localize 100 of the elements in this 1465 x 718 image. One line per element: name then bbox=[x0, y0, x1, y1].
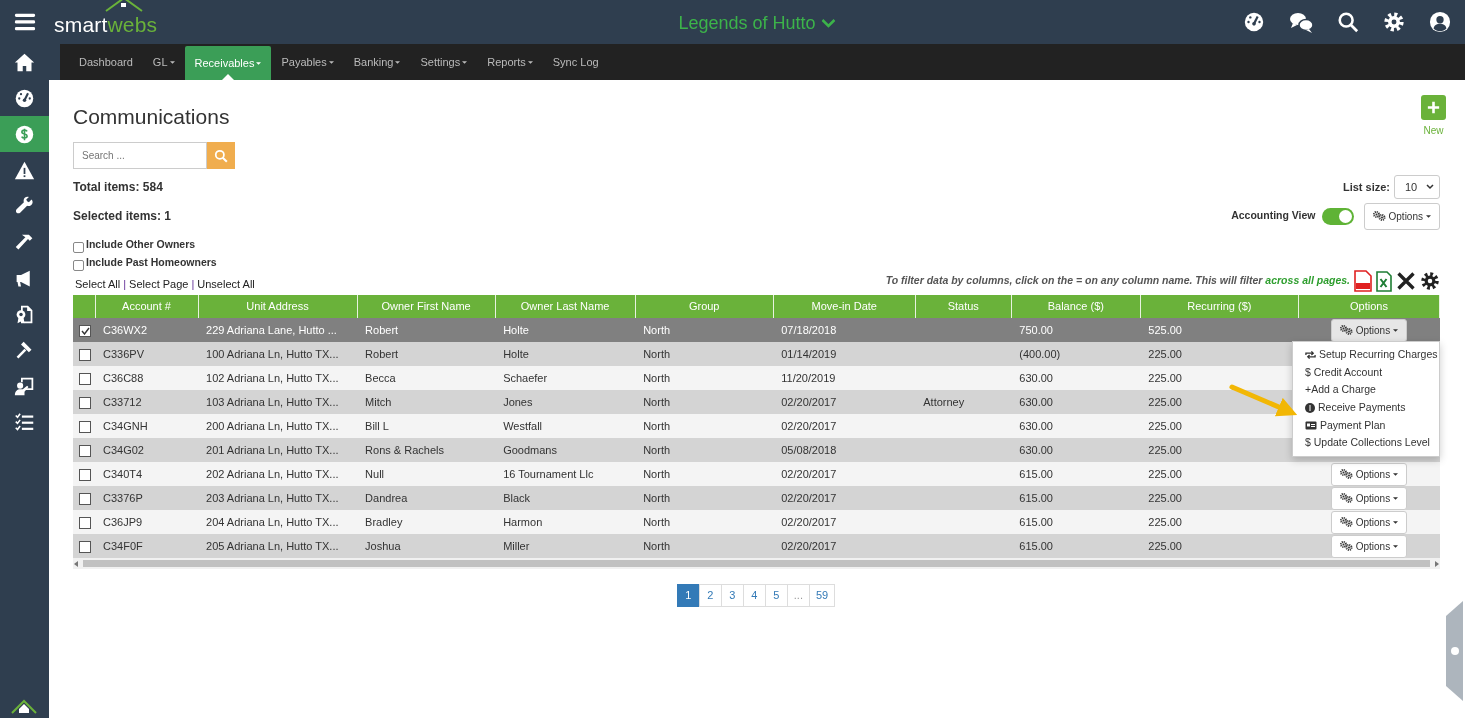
menu-item[interactable]: $ Credit Account bbox=[1293, 363, 1439, 382]
menu-item[interactable]: Payment Plan bbox=[1293, 416, 1439, 435]
select-link[interactable]: Unselect All bbox=[197, 277, 255, 290]
certificate-icon bbox=[14, 303, 35, 325]
horizontal-scrollbar[interactable] bbox=[73, 558, 1440, 569]
row-checkbox[interactable] bbox=[79, 420, 91, 433]
caret-icon bbox=[1426, 214, 1431, 218]
filter-hint: To filter data by columns, click on the = on any column name. This will filter across all pages. bbox=[885, 273, 1350, 289]
page-link[interactable]: 4 bbox=[742, 584, 766, 607]
table-cell: Westfall bbox=[503, 419, 543, 432]
caret-icon bbox=[1393, 472, 1399, 476]
house-roof-icon bbox=[104, 0, 144, 13]
select-link[interactable]: Select All bbox=[75, 277, 121, 290]
list-size-label: List size: bbox=[1342, 179, 1390, 195]
community-title[interactable]: Legends of Hutto bbox=[678, 10, 836, 37]
table-cell: North bbox=[643, 395, 671, 408]
row-checkbox[interactable] bbox=[79, 444, 91, 457]
table-cell: (400.00) bbox=[1019, 347, 1061, 360]
warning-icon bbox=[14, 159, 35, 181]
table-cell: 02/20/2017 bbox=[781, 539, 837, 552]
table-cell: Dandrea bbox=[365, 491, 408, 504]
row-options-button[interactable]: Options bbox=[1330, 462, 1408, 486]
table-cell: 630.00 bbox=[1019, 443, 1053, 456]
search-field[interactable]: Search ... bbox=[73, 142, 207, 169]
user-icon[interactable] bbox=[1429, 11, 1451, 33]
caret-icon bbox=[1393, 496, 1399, 500]
check-icon bbox=[80, 326, 90, 335]
search-icon[interactable] bbox=[1337, 11, 1359, 33]
table-cell: C3376P bbox=[103, 491, 143, 504]
table-cell: 615.00 bbox=[1019, 515, 1053, 528]
checkbox[interactable] bbox=[73, 260, 84, 271]
table-cell: 05/08/2018 bbox=[781, 443, 837, 456]
menu-item[interactable]: Setup Recurring Charges bbox=[1293, 346, 1439, 364]
row-checkbox[interactable] bbox=[79, 516, 91, 529]
card-icon bbox=[1305, 421, 1317, 431]
table-cell: 103 Adriana Ln, Hutto TX... bbox=[206, 395, 339, 408]
page-link[interactable]: 1 bbox=[676, 584, 700, 607]
page-title: Communications bbox=[73, 104, 230, 130]
table-cell: 630.00 bbox=[1019, 395, 1053, 408]
list-size-select[interactable]: 10 bbox=[1394, 175, 1440, 199]
table-cell: Rons & Rachels bbox=[365, 443, 444, 456]
row-checkbox[interactable] bbox=[79, 468, 91, 481]
menu-item[interactable]: $ Update Collections Level bbox=[1293, 434, 1439, 453]
row-checkbox[interactable] bbox=[79, 396, 91, 409]
row-options-button[interactable]: Options bbox=[1330, 534, 1408, 558]
gauge-icon[interactable] bbox=[1243, 11, 1265, 33]
separator: | bbox=[123, 277, 127, 290]
table-cell: C34G02 bbox=[103, 443, 144, 456]
page-link[interactable]: 59 bbox=[808, 584, 836, 607]
table-cell: 225.00 bbox=[1148, 491, 1182, 504]
caret-icon bbox=[1393, 520, 1399, 524]
logo[interactable]: smartwebs bbox=[54, 3, 158, 41]
table-cell: 07/18/2018 bbox=[781, 323, 837, 336]
row-options-button[interactable]: Options bbox=[1330, 318, 1408, 342]
nav-tab[interactable]: Sync Log bbox=[542, 44, 609, 80]
table-cell: 615.00 bbox=[1019, 491, 1053, 504]
spreadsheet-icon[interactable] bbox=[1376, 270, 1392, 292]
table-cell: Black bbox=[503, 491, 531, 504]
nav-tab[interactable]: GL bbox=[142, 44, 185, 80]
settings-icon[interactable] bbox=[1420, 271, 1440, 291]
table-cell: North bbox=[643, 419, 671, 432]
row-options-button[interactable]: Options bbox=[1330, 486, 1408, 510]
checkbox-label: Include Past Homeowners bbox=[86, 255, 217, 271]
menu-item[interactable]: Receive Payments bbox=[1293, 399, 1439, 417]
row-checkbox[interactable] bbox=[79, 348, 91, 361]
nav-tab[interactable]: Settings bbox=[410, 44, 478, 80]
accounting-view-label: Accounting View bbox=[1231, 208, 1316, 224]
row-checkbox[interactable] bbox=[79, 540, 91, 553]
presenter-icon bbox=[14, 375, 35, 397]
row-checkbox[interactable] bbox=[79, 324, 91, 337]
checkbox[interactable] bbox=[73, 242, 84, 253]
nav-tab[interactable]: Dashboard bbox=[69, 44, 143, 80]
table-cell: Miller bbox=[503, 539, 530, 552]
page-link[interactable]: 2 bbox=[698, 584, 722, 607]
checklist-icon bbox=[14, 411, 35, 433]
table-cell: Joshua bbox=[365, 539, 401, 552]
page-link[interactable]: 3 bbox=[720, 584, 744, 607]
page-link[interactable]: 5 bbox=[764, 584, 788, 607]
pdf-icon[interactable] bbox=[1354, 270, 1372, 292]
table-cell: 01/14/2019 bbox=[781, 347, 837, 360]
accounting-view-toggle[interactable] bbox=[1321, 207, 1354, 225]
caret-icon bbox=[1393, 328, 1399, 332]
chevron-icon bbox=[1426, 184, 1434, 190]
menu-icon[interactable] bbox=[13, 11, 36, 33]
chat-icon[interactable] bbox=[1289, 10, 1313, 34]
nav-tab[interactable]: Banking bbox=[343, 44, 411, 80]
row-checkbox[interactable] bbox=[79, 372, 91, 385]
options-button[interactable]: Options bbox=[1363, 202, 1440, 230]
row-options-button[interactable]: Options bbox=[1330, 510, 1408, 534]
select-link[interactable]: Select Page bbox=[129, 277, 189, 290]
row-checkbox[interactable] bbox=[79, 492, 91, 505]
table-cell: Goodmans bbox=[503, 443, 557, 456]
table-cell: Mitch bbox=[365, 395, 392, 408]
table-cell: 225.00 bbox=[1148, 443, 1182, 456]
plus-icon bbox=[1427, 100, 1440, 115]
new-button[interactable] bbox=[1421, 95, 1446, 120]
checkbox-label: Include Other Owners bbox=[86, 237, 196, 253]
nav-tab[interactable]: Payables bbox=[271, 44, 344, 80]
nav-tab[interactable]: Reports bbox=[477, 44, 543, 80]
menu-item[interactable]: +Add a Charge bbox=[1293, 381, 1439, 400]
